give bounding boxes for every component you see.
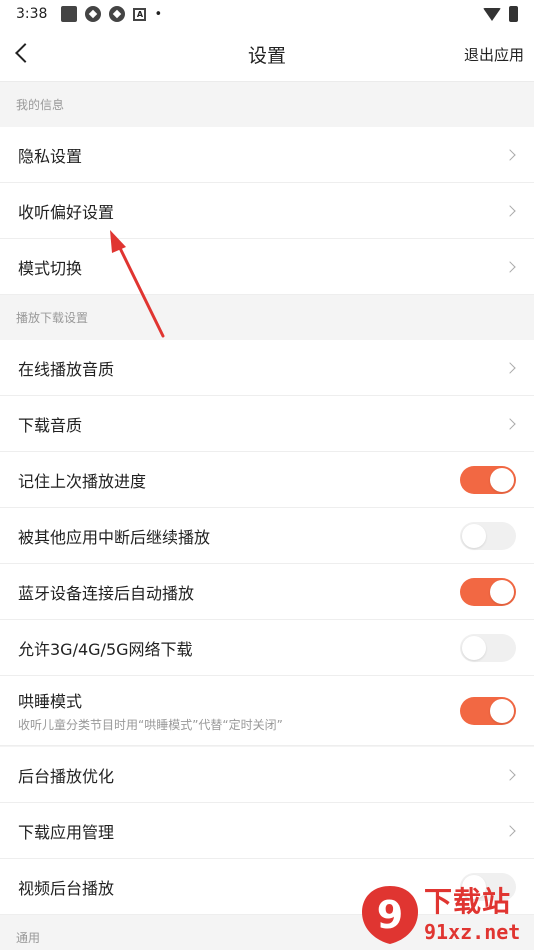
row-label: 模式切换 [18,258,83,278]
chevron-right-icon [504,148,516,161]
toggle-knob [490,698,514,723]
back-arrow-icon[interactable] [15,43,35,63]
notification-square-icon [61,6,78,22]
row-privacy-settings[interactable]: 隐私设置 [0,127,534,183]
toggle-sleep-mode[interactable] [460,696,516,725]
row-background-play-optimization[interactable]: 后台播放优化 [0,747,534,803]
toggle-resume-after-interrupt[interactable] [460,521,516,550]
row-label: 被其他应用中断后继续播放 [18,527,211,547]
row-video-background-play: 视频后台播放 [0,859,534,915]
row-label: 在线播放音质 [18,359,115,379]
section-play-download: 播放下载设置 [0,295,534,340]
row-description: 收听儿童分类节目时用“哄睡模式”代替“定时关闭” [18,718,283,732]
toggle-knob [462,523,486,548]
status-time: 3:38 [16,6,48,22]
row-label: 后台播放优化 [18,766,115,786]
row-resume-after-interrupt: 被其他应用中断后继续播放 [0,508,534,564]
chevron-right-icon [504,824,516,837]
row-label: 允许3G/4G/5G网络下载 [18,639,193,659]
page-title: 设置 [247,45,286,67]
toggle-allow-mobile-download[interactable] [460,633,516,662]
row-remember-progress: 记住上次播放进度 [0,452,534,508]
row-label: 视频后台播放 [18,878,115,898]
battery-icon [509,6,518,22]
row-label: 记住上次播放进度 [18,471,147,491]
row-label: 隐私设置 [18,146,83,166]
row-label: 蓝牙设备连接后自动播放 [18,583,195,603]
chevron-right-icon [504,361,516,374]
status-bar: 3:38 A • [0,0,534,28]
row-label: 下载音质 [18,415,83,435]
row-download-app-management[interactable]: 下载应用管理 [0,803,534,859]
row-label: 哄睡模式 [18,692,83,711]
toggle-remember-progress[interactable] [460,465,516,494]
toggle-video-background-play[interactable] [460,872,516,901]
section-general: 通用 [0,915,534,950]
row-mode-switch[interactable]: 模式切换 [0,239,534,295]
notification-app-icon-2 [109,6,126,22]
chevron-right-icon [504,768,516,781]
toggle-bluetooth-autoplay[interactable] [460,577,516,606]
notification-a-icon: A [133,7,147,21]
chevron-right-icon [504,260,516,273]
chevron-right-icon [504,204,516,217]
row-allow-mobile-download: 允许3G/4G/5G网络下载 [0,620,534,676]
row-online-quality[interactable]: 在线播放音质 [0,340,534,396]
section-my-info: 我的信息 [0,82,534,127]
row-download-quality[interactable]: 下载音质 [0,396,534,452]
row-bluetooth-autoplay: 蓝牙设备连接后自动播放 [0,564,534,620]
page-header: 设置 退出应用 [0,28,534,82]
row-sleep-mode: 哄睡模式 收听儿童分类节目时用“哄睡模式”代替“定时关闭” [0,676,534,746]
notification-app-icon [85,6,102,22]
wifi-icon [483,7,501,21]
chevron-right-icon [504,417,516,430]
toggle-knob [490,579,514,604]
exit-app-button[interactable]: 退出应用 [464,44,524,65]
notification-dot-icon: • [154,6,163,22]
row-listen-preference[interactable]: 收听偏好设置 [0,183,534,239]
toggle-knob [462,635,486,660]
toggle-knob [490,467,514,492]
row-label: 收听偏好设置 [18,202,115,222]
toggle-knob [462,874,486,899]
row-label: 下载应用管理 [18,822,115,842]
